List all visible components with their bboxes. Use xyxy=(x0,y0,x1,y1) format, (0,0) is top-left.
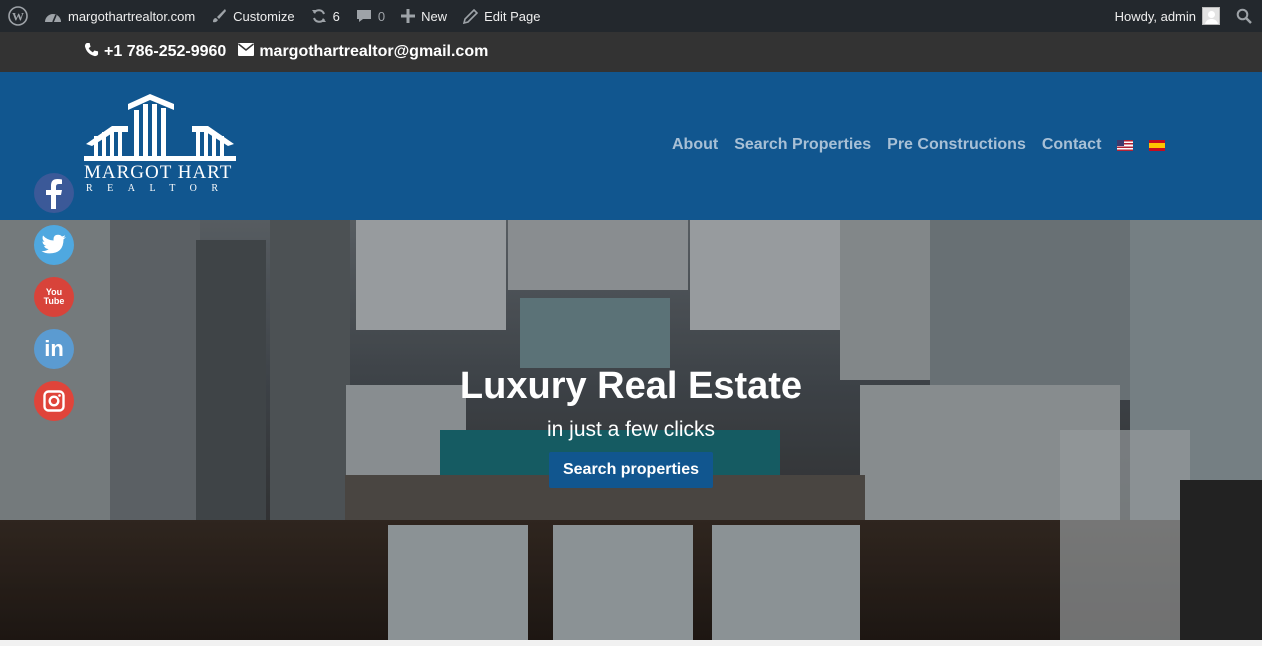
howdy-label: Howdy, admin xyxy=(1114,8,1196,24)
spanish-flag-icon[interactable] xyxy=(1149,139,1166,151)
admin-bar: W margothartrealtor.com Customize 6 0 Ne… xyxy=(0,0,1262,32)
search-properties-button[interactable]: Search properties xyxy=(549,452,713,488)
nav-contact[interactable]: Contact xyxy=(1042,136,1102,154)
customize-label: Customize xyxy=(233,8,295,24)
updates-count: 6 xyxy=(332,8,340,24)
main-nav: About Search Properties Pre Construction… xyxy=(672,136,1166,154)
brush-icon xyxy=(211,8,227,24)
site-logo[interactable]: MARGOT HART REALTOR xyxy=(84,92,236,196)
nav-search-properties[interactable]: Search Properties xyxy=(734,136,871,154)
site-name-link[interactable]: margothartrealtor.com xyxy=(36,0,203,32)
email-address: margothartrealtor@gmail.com xyxy=(259,43,489,60)
avatar xyxy=(1202,7,1220,25)
youtube-icon[interactable]: You Tube xyxy=(34,277,74,317)
logo-subtitle: REALTOR xyxy=(86,183,233,194)
comment-icon xyxy=(356,8,372,24)
new-label: New xyxy=(421,8,448,24)
email-link[interactable]: margothartrealtor@gmail.com xyxy=(238,43,488,61)
hero-subtitle: in just a few clicks xyxy=(546,418,716,441)
update-icon xyxy=(311,8,327,24)
site-header: MARGOT HART REALTOR About Search Propert… xyxy=(0,72,1262,220)
updates-link[interactable]: 6 xyxy=(303,0,348,32)
customize-link[interactable]: Customize xyxy=(203,0,302,32)
pencil-icon xyxy=(463,8,479,24)
comments-link[interactable]: 0 xyxy=(348,0,393,32)
phone-link[interactable]: +1 786-252-9960 xyxy=(84,42,226,62)
hero-title: Luxury Real Estate xyxy=(459,365,803,407)
edit-page-label: Edit Page xyxy=(484,8,541,24)
edit-page-link[interactable]: Edit Page xyxy=(455,0,548,32)
linkedin-icon[interactable]: in xyxy=(34,329,74,369)
page-bottom-strip xyxy=(0,640,1262,646)
instagram-icon[interactable] xyxy=(34,381,74,421)
dashboard-icon xyxy=(44,9,62,23)
hero-section: Luxury Real Estate in just a few clicks … xyxy=(0,220,1262,640)
plus-icon xyxy=(401,9,416,23)
admin-search-button[interactable] xyxy=(1228,0,1262,32)
my-account-link[interactable]: Howdy, admin xyxy=(1107,0,1228,32)
site-name-label: margothartrealtor.com xyxy=(68,8,196,24)
twitter-icon[interactable] xyxy=(34,225,74,265)
building-logo-icon xyxy=(84,94,236,161)
new-content-link[interactable]: New xyxy=(393,0,455,32)
phone-icon xyxy=(84,42,99,62)
english-flag-icon[interactable] xyxy=(1117,139,1134,151)
phone-number: +1 786-252-9960 xyxy=(104,43,227,60)
linkedin-label: in xyxy=(44,336,64,361)
logo-name: MARGOT HART xyxy=(84,162,233,183)
envelope-icon xyxy=(238,43,255,61)
svg-text:W: W xyxy=(12,10,24,24)
comments-count: 0 xyxy=(377,8,386,24)
nav-pre-constructions[interactable]: Pre Constructions xyxy=(887,136,1026,154)
search-icon xyxy=(1236,8,1252,24)
contact-bar: +1 786-252-9960 margothartrealtor@gmail.… xyxy=(0,32,1262,72)
facebook-icon[interactable] xyxy=(34,173,74,213)
youtube-label: You Tube xyxy=(43,287,65,306)
nav-about[interactable]: About xyxy=(672,136,718,154)
wordpress-logo-icon[interactable]: W xyxy=(0,0,36,32)
